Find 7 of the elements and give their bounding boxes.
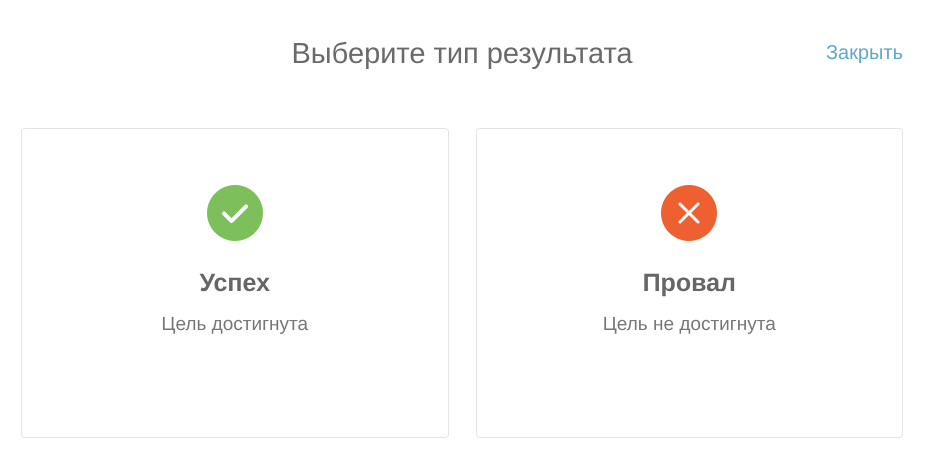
result-option-card[interactable]: Успех Цель достигнута: [21, 128, 448, 438]
option-description: Цель не достигнута: [602, 314, 776, 336]
result-option-card[interactable]: Провал Цель не достигнута: [476, 128, 903, 438]
option-description: Цель достигнута: [161, 314, 308, 336]
option-title: Провал: [642, 269, 736, 298]
dialog-title: Выберите тип результата: [291, 38, 633, 70]
option-title: Успех: [200, 269, 270, 298]
